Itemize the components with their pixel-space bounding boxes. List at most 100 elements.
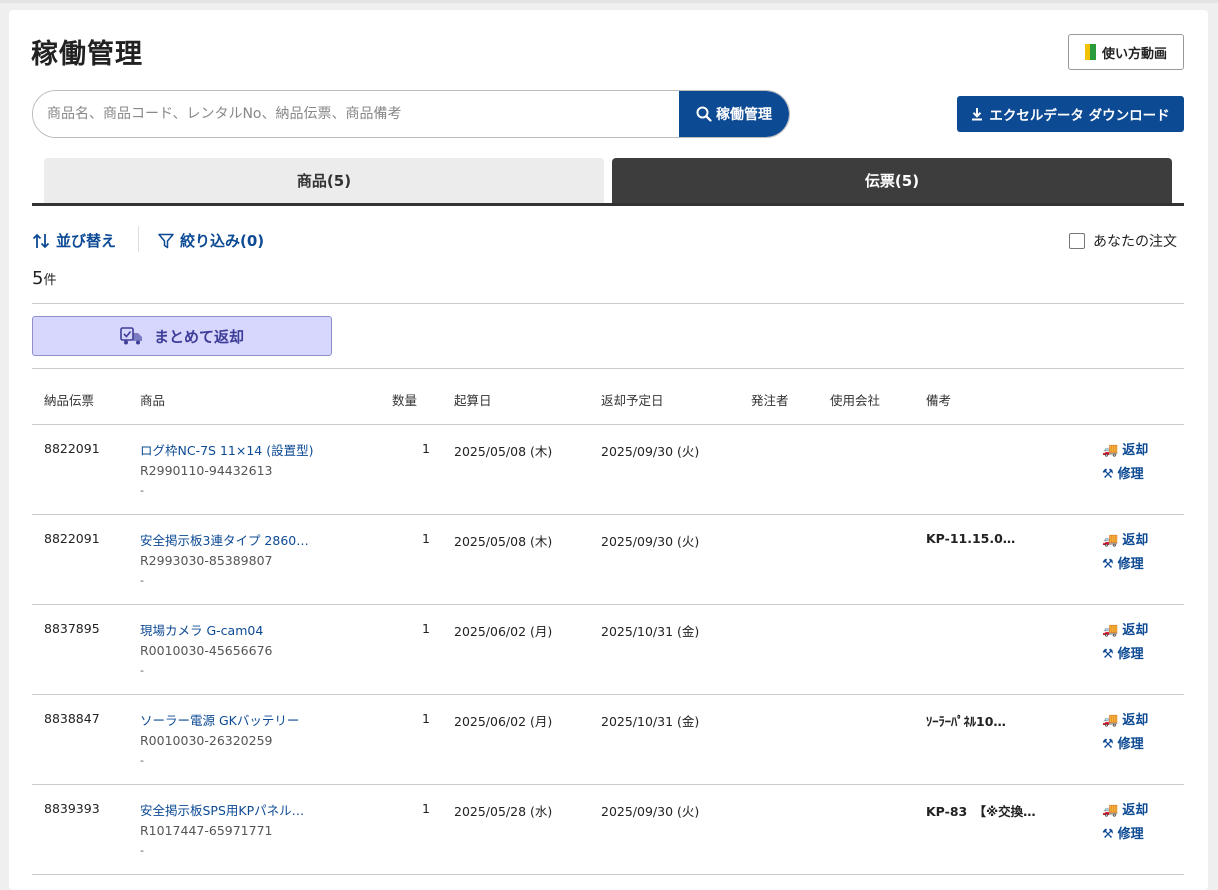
my-orders-checkbox[interactable] [1069, 233, 1085, 249]
toolbar-divider [138, 226, 139, 252]
product-cell: ソーラー電源 GKバッテリー R0010030-26320259 - [140, 711, 299, 771]
quantity: 1 [422, 531, 430, 546]
tab-slips[interactable]: 伝票(5) [612, 158, 1172, 203]
return-date: 2025/10/31 (金) [601, 624, 700, 639]
sort-button[interactable]: 並び替え [32, 230, 116, 251]
tools-icon: ⚒ [1102, 737, 1114, 752]
row-actions: 🚚 返却 ⚒ 修理 [1102, 619, 1148, 667]
slip-number: 8837895 [44, 621, 100, 636]
excel-download-button[interactable]: エクセルデータ ダウンロード [957, 96, 1184, 132]
product-sub: - [140, 844, 144, 857]
repair-label: 修理 [1117, 737, 1144, 752]
product-code: R0010030-45656676 [140, 643, 273, 658]
product-name-link[interactable]: ソーラー電源 GKバッテリー [140, 711, 299, 731]
filter-icon [158, 233, 174, 248]
return-action[interactable]: 🚚 返却 [1102, 709, 1148, 733]
product-sub: - [140, 664, 144, 677]
sort-label: 並び替え [56, 232, 117, 250]
return-truck-icon: 🚚 [1102, 803, 1119, 818]
filter-button[interactable]: 絞り込み(0) [158, 230, 264, 251]
repair-action[interactable]: ⚒ 修理 [1102, 733, 1148, 757]
quantity: 1 [422, 621, 430, 636]
result-count-value: 5 [32, 268, 44, 289]
tab-bar: 商品(5) 伝票(5) [32, 158, 1184, 206]
column-header-orderer: 発注者 [751, 393, 789, 408]
tab-products[interactable]: 商品(5) [44, 158, 604, 203]
table-row: 8837895 現場カメラ G-cam04 R0010030-45656676 … [32, 605, 1184, 695]
tools-icon: ⚒ [1102, 467, 1114, 482]
my-orders-label: あなたの注文 [1093, 234, 1177, 250]
return-truck-icon: 🚚 [1102, 533, 1119, 548]
repair-label: 修理 [1117, 827, 1144, 842]
search-button-label: 稼働管理 [716, 107, 772, 123]
product-name-link[interactable]: 安全掲示板3連タイプ 2860… [140, 531, 309, 551]
slip-number: 8822091 [44, 531, 100, 546]
repair-action[interactable]: ⚒ 修理 [1102, 463, 1148, 487]
quantity: 1 [422, 711, 430, 726]
tools-icon: ⚒ [1102, 647, 1114, 662]
note: KP-83 【※交換… [926, 804, 1036, 819]
divider [32, 303, 1184, 304]
divider [32, 368, 1184, 369]
product-name-link[interactable]: ログ枠NC-7S 11×14 (設置型) [140, 441, 313, 461]
return-action[interactable]: 🚚 返却 [1102, 439, 1148, 463]
return-label: 返却 [1122, 713, 1149, 728]
howto-video-button[interactable]: 使い方動画 [1068, 34, 1184, 70]
page-title: 稼働管理 [31, 39, 143, 70]
bulk-return-label: まとめて返却 [153, 327, 244, 346]
return-label: 返却 [1122, 533, 1149, 548]
return-date: 2025/10/31 (金) [601, 714, 700, 729]
row-actions: 🚚 返却 ⚒ 修理 [1102, 799, 1148, 847]
repair-action[interactable]: ⚒ 修理 [1102, 823, 1148, 847]
column-header-qty: 数量 [392, 393, 418, 408]
return-truck-icon: 🚚 [1102, 713, 1119, 728]
filter-label: 絞り込み(0) [180, 232, 265, 250]
row-actions: 🚚 返却 ⚒ 修理 [1102, 439, 1148, 487]
return-action[interactable]: 🚚 返却 [1102, 529, 1148, 553]
bulk-return-button[interactable]: まとめて返却 [32, 316, 332, 356]
note: KP-11.15.0… [926, 531, 1016, 546]
product-cell: 現場カメラ G-cam04 R0010030-45656676 - [140, 621, 273, 681]
start-date: 2025/05/08 (木) [454, 534, 553, 549]
search-icon [696, 106, 712, 122]
start-date: 2025/06/02 (月) [454, 714, 553, 729]
return-label: 返却 [1122, 443, 1149, 458]
search-button[interactable]: 稼働管理 [679, 91, 789, 137]
repair-label: 修理 [1117, 557, 1144, 572]
slip-number: 8839393 [44, 801, 100, 816]
repair-action[interactable]: ⚒ 修理 [1102, 643, 1148, 667]
return-label: 返却 [1122, 623, 1149, 638]
product-name-link[interactable]: 安全掲示板SPS用KPパネル… [140, 801, 304, 821]
start-date: 2025/06/02 (月) [454, 624, 553, 639]
return-action[interactable]: 🚚 返却 [1102, 799, 1148, 823]
start-date: 2025/05/08 (木) [454, 444, 553, 459]
search-input[interactable] [33, 91, 679, 137]
row-actions: 🚚 返却 ⚒ 修理 [1102, 529, 1148, 577]
tools-icon: ⚒ [1102, 827, 1114, 842]
return-label: 返却 [1122, 803, 1149, 818]
table-row: 8838847 ソーラー電源 GKバッテリー R0010030-26320259… [32, 695, 1184, 785]
product-name-link[interactable]: 現場カメラ G-cam04 [140, 621, 273, 641]
slip-number: 8838847 [44, 711, 100, 726]
repair-action[interactable]: ⚒ 修理 [1102, 553, 1148, 577]
product-code: R1017447-65971771 [140, 823, 273, 838]
row-actions: 🚚 返却 ⚒ 修理 [1102, 709, 1148, 757]
return-date: 2025/09/30 (火) [601, 804, 700, 819]
product-code: R2990110-94432613 [140, 463, 273, 478]
my-orders-toggle[interactable]: あなたの注文 [1069, 231, 1177, 251]
column-header-product: 商品 [140, 393, 166, 408]
slip-number: 8822091 [44, 441, 100, 456]
product-sub: - [140, 484, 144, 497]
result-count-unit: 件 [43, 273, 57, 288]
table-row: 8822091 ログ枠NC-7S 11×14 (設置型) R2990110-94… [32, 425, 1184, 515]
return-truck-icon: 🚚 [1102, 443, 1119, 458]
quantity: 1 [422, 441, 430, 456]
column-header-note: 備考 [926, 393, 952, 408]
download-icon [972, 108, 983, 121]
excel-download-label: エクセルデータ ダウンロード [989, 108, 1170, 124]
repair-label: 修理 [1117, 467, 1144, 482]
product-code: R2993030-85389807 [140, 553, 273, 568]
product-cell: 安全掲示板SPS用KPパネル… R1017447-65971771 - [140, 801, 304, 861]
table-row: 8822091 安全掲示板3連タイプ 2860… R2993030-853898… [32, 515, 1184, 605]
return-action[interactable]: 🚚 返却 [1102, 619, 1148, 643]
